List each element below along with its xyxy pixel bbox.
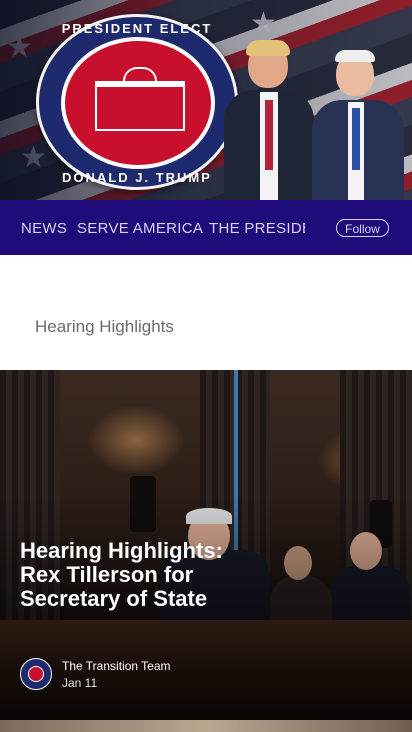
- president-elect-seal: PRESIDENT ELECT DONALD J. TRUMP: [36, 14, 238, 190]
- post-date: Jan 11: [62, 676, 98, 690]
- nav-item-the-president-elect[interactable]: THE PRESIDENT-ELECT: [209, 220, 305, 237]
- person-left: [224, 40, 314, 200]
- banner-photo-people: [224, 40, 412, 200]
- seal-top-text: PRESIDENT ELECT: [61, 21, 213, 36]
- follow-button[interactable]: Follow: [336, 219, 389, 237]
- post-author[interactable]: The Transition Team: [62, 659, 171, 673]
- post-title[interactable]: Hearing Highlights: Rex Tillerson for Se…: [20, 539, 250, 611]
- section-title: Hearing Highlights: [35, 317, 174, 336]
- nav-item-the-president-elect-wrapper: THE PRESIDENT-ELECT: [209, 220, 305, 238]
- seal-center: [61, 37, 215, 169]
- post-card[interactable]: Hearing Highlights: Rex Tillerson for Se…: [0, 370, 412, 720]
- header-banner: ★ ★ ★ PRESIDENT ELECT DONALD J. TRUMP: [0, 0, 412, 200]
- next-card-preview[interactable]: [0, 720, 412, 732]
- nav-item-serve-america[interactable]: SERVE AMERICA: [77, 220, 203, 237]
- nav-item-news[interactable]: NEWS: [21, 220, 67, 237]
- seal-bottom-text: DONALD J. TRUMP: [62, 170, 212, 185]
- white-house-icon: [95, 67, 185, 131]
- seal-avatar-icon: [20, 658, 52, 690]
- person-right: [308, 50, 404, 200]
